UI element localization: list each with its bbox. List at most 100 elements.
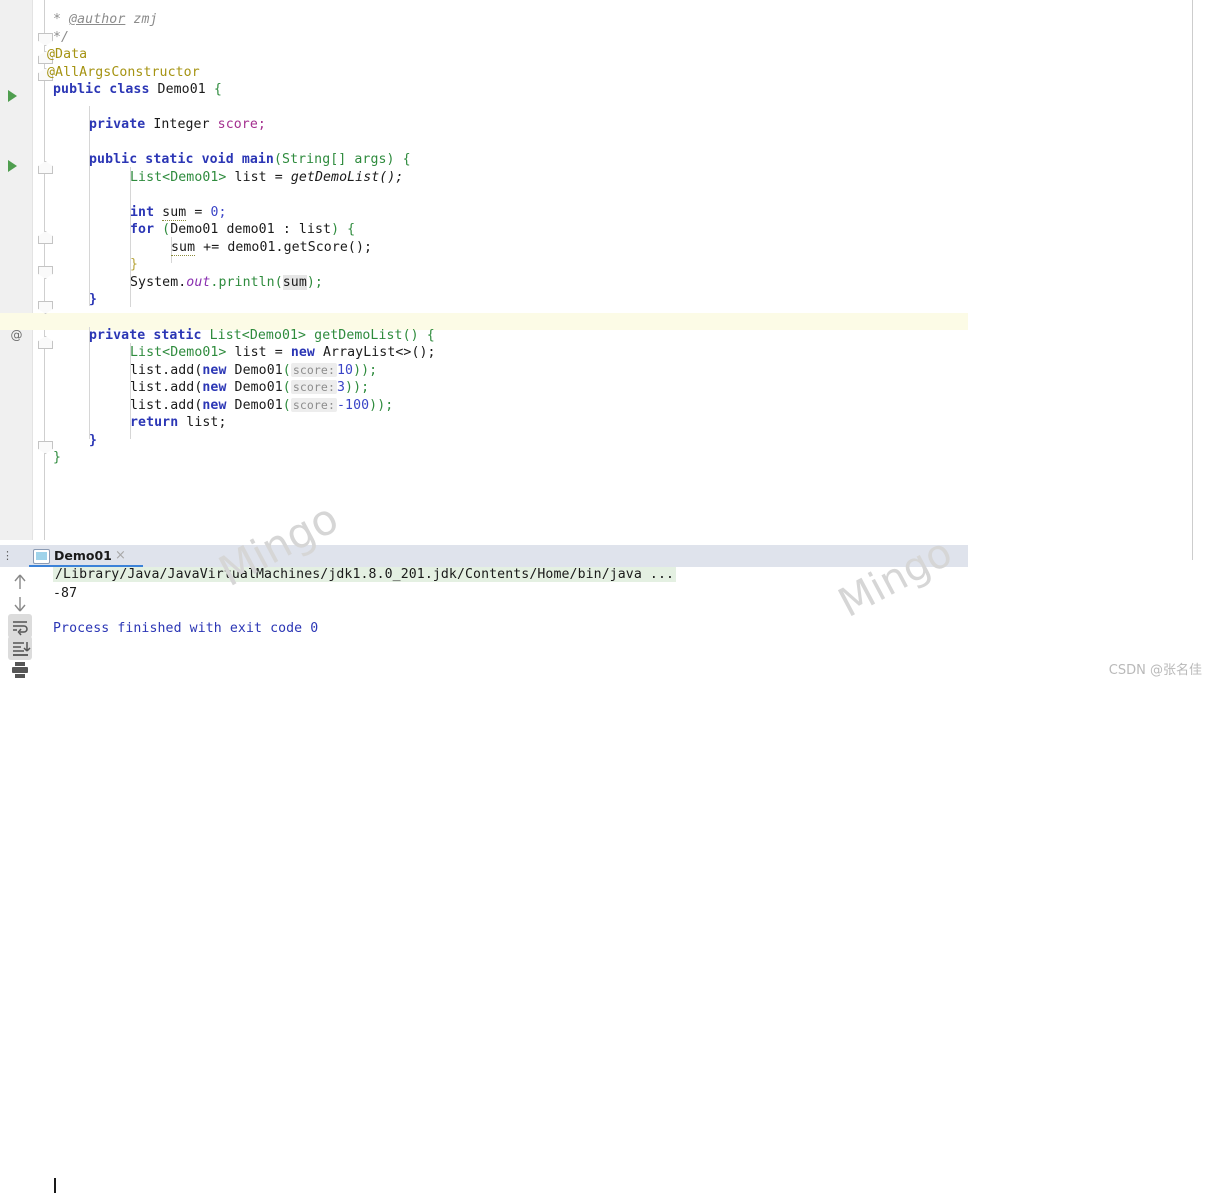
- right-panel-divider: [1192, 0, 1193, 560]
- param-hint-score: score:: [290, 380, 337, 394]
- keyword-new: new: [202, 398, 227, 413]
- static-field-out: out: [186, 275, 211, 290]
- call-list-add: list.add(: [130, 380, 203, 395]
- code-line-class-decl: public class Demo01 {: [0, 81, 1192, 98]
- keyword-new: new: [290, 345, 315, 360]
- literal-zero: 0;: [210, 205, 227, 220]
- code-line-close-class: }: [0, 449, 1192, 466]
- code-editor[interactable]: @ * @author zmj */ @Data @AllArgsConstru…: [0, 0, 1192, 540]
- class-name-demo01: Demo01: [234, 380, 283, 395]
- keyword-int: int: [130, 205, 155, 220]
- keyword-new: new: [202, 363, 227, 378]
- class-name-demo01: Demo01: [157, 82, 206, 97]
- code-line-comment-author: * @author zmj: [0, 11, 1192, 28]
- console-command-line: /Library/Java/JavaVirtualMachines/jdk1.8…: [53, 567, 677, 582]
- code-line-int-sum: int sum = 0;: [0, 204, 1192, 221]
- print-icon[interactable]: [8, 658, 32, 682]
- plus-equals-operator: +=: [203, 240, 220, 255]
- field-score: score;: [217, 117, 266, 132]
- call-list-add: list.add(: [130, 363, 203, 378]
- return-type-list-demo01: List<Demo01>: [209, 328, 307, 343]
- console-exit-status: Process finished with exit code 0: [53, 621, 319, 636]
- console-tab-icon: [33, 549, 50, 564]
- keyword-public: public: [53, 82, 102, 97]
- code-lines[interactable]: * @author zmj */ @Data @AllArgsConstruct…: [0, 0, 1192, 540]
- code-line-new-arraylist: List<Demo01> list = new ArrayList<>();: [0, 344, 1192, 361]
- comment-terminator: */: [53, 30, 70, 45]
- idea-window: @ * @author zmj */ @Data @AllArgsConstru…: [0, 0, 1214, 1193]
- console-caret: [54, 1178, 56, 1193]
- for-iterable-list: list: [298, 222, 332, 237]
- keyword-for: for: [130, 222, 155, 237]
- code-line-close-for: }: [0, 256, 1192, 273]
- param-hint-score: score:: [290, 363, 337, 377]
- literal-3: 3: [336, 380, 346, 395]
- code-line-main-decl: public static void main(String[] args) {: [0, 151, 1192, 168]
- brace-open: {: [213, 82, 222, 97]
- code-line-println: System.out.println(sum);: [0, 274, 1192, 291]
- soft-wrap-icon[interactable]: [8, 614, 32, 638]
- assign-operator: =: [274, 170, 283, 185]
- code-line-for-loop: for (Demo01 demo01 : list) {: [0, 221, 1192, 238]
- keyword-public: public: [89, 152, 138, 167]
- literal-10: 10: [336, 363, 354, 378]
- annotation-allargsconstructor: @AllArgsConstructor: [47, 65, 200, 80]
- keyword-return: return: [130, 415, 179, 430]
- assign-operator: =: [274, 345, 283, 360]
- main-parameters: (String[] args) {: [273, 152, 411, 167]
- brace-close: }: [53, 450, 62, 465]
- brace-close: }: [89, 292, 98, 307]
- code-line-add-3: list.add(new Demo01(score: 3));: [130, 380, 370, 395]
- code-line-sum-add: sum += demo01.getScore();: [0, 239, 1192, 256]
- type-list-demo01: List<Demo01>: [130, 345, 227, 360]
- code-line-return-list: return list;: [0, 414, 1192, 431]
- code-line-add-10: list.add(new Demo01(score: 10));: [130, 363, 378, 378]
- keyword-private: private: [89, 117, 146, 132]
- for-colon: :: [282, 222, 291, 237]
- class-name-demo01: Demo01: [234, 363, 283, 378]
- type-list-demo01: List<Demo01>: [130, 170, 227, 185]
- scroll-up-icon[interactable]: [8, 570, 32, 594]
- println-close: );: [306, 275, 323, 290]
- literal-neg100: -100: [336, 398, 370, 413]
- console-drag-handle-icon[interactable]: ⋮: [2, 550, 13, 561]
- csdn-watermark: CSDN @张名佳: [1108, 663, 1202, 678]
- brace-close: }: [89, 433, 98, 448]
- call-getdemolist: getDemoList();: [290, 170, 404, 185]
- annotation-data: @Data: [47, 47, 88, 62]
- println-method: .println(: [210, 275, 283, 290]
- type-integer: Integer: [153, 117, 210, 132]
- var-list: list: [234, 345, 267, 360]
- close-icon[interactable]: ×: [115, 548, 126, 563]
- javadoc-author-tag: @author: [69, 12, 126, 27]
- keyword-new: new: [202, 380, 227, 395]
- scroll-down-icon[interactable]: [8, 592, 32, 616]
- paren-open: (: [162, 222, 171, 237]
- for-close-paren-brace: ) {: [331, 222, 356, 237]
- code-line-anno-data: @Data: [0, 46, 1192, 63]
- keyword-class: class: [109, 82, 150, 97]
- scroll-to-end-icon[interactable]: [8, 636, 32, 660]
- call-list-add: list.add(: [130, 398, 203, 413]
- keyword-void: void: [201, 152, 234, 167]
- console-program-output: -87: [53, 586, 78, 601]
- add-close: ));: [345, 380, 370, 395]
- param-hint-score: score:: [290, 398, 337, 412]
- call-getscore: demo01.getScore();: [227, 240, 373, 255]
- var-sum: sum: [171, 240, 196, 256]
- add-close: ));: [369, 398, 394, 413]
- call-arraylist-constructor: ArrayList<>();: [323, 345, 436, 360]
- comment-star: *: [53, 12, 62, 27]
- code-line-getdemolist-decl: private static List<Demo01> getDemoList(…: [0, 327, 1192, 344]
- return-value-list: list;: [186, 415, 227, 430]
- code-line-close-method: }: [0, 432, 1192, 449]
- add-close: ));: [353, 363, 378, 378]
- run-console-panel[interactable]: ⋮ Demo01 × /Library/Java/JavaVirtualMach…: [0, 540, 1192, 1193]
- keyword-static: static: [153, 328, 202, 343]
- brace-open: {: [426, 328, 435, 343]
- console-header-bar: [0, 545, 968, 567]
- code-line-anno-allargs: @AllArgsConstructor: [0, 64, 1192, 81]
- system-class: System.: [130, 275, 187, 290]
- code-line-comment-end: */: [0, 29, 1192, 46]
- for-var-demo01: demo01: [226, 222, 275, 237]
